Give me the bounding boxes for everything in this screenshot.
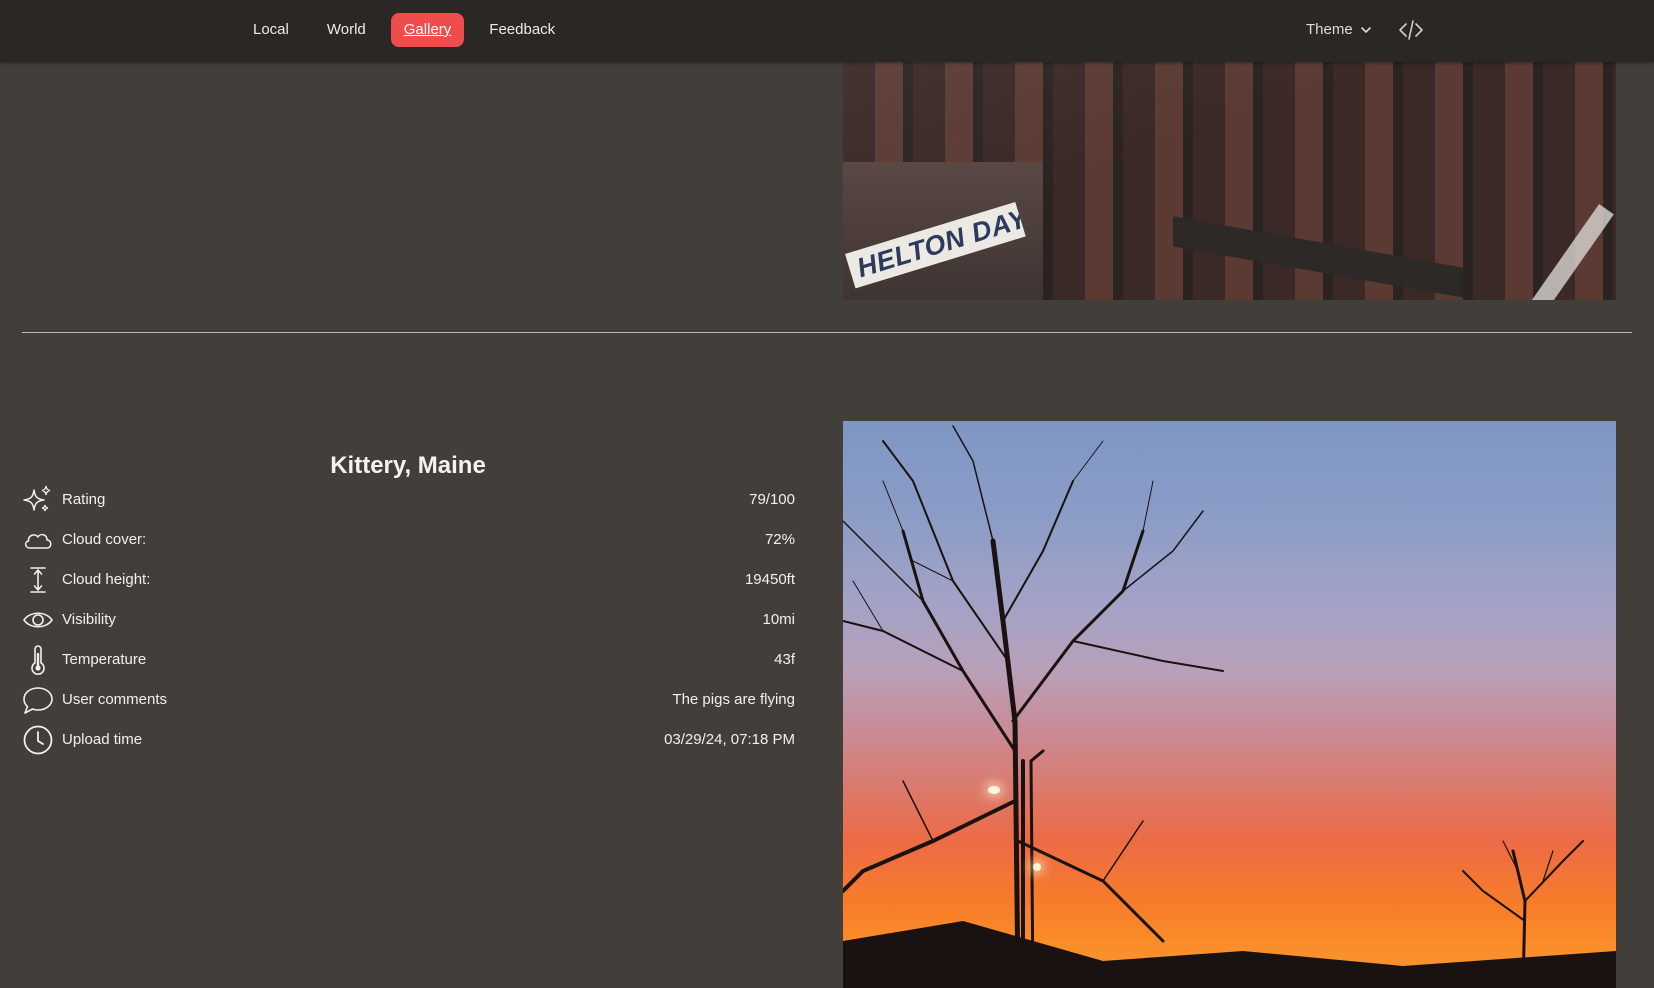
cloud-icon — [24, 533, 52, 549]
entry-divider — [22, 332, 1632, 333]
stat-row-temperature: Temperature 43f — [22, 641, 795, 681]
theme-label: Theme — [1306, 21, 1353, 38]
chevron-down-icon — [1360, 27, 1371, 34]
eye-icon — [23, 612, 53, 628]
stat-label-upload-time: Upload time — [62, 731, 143, 748]
stat-row-cloud-cover: Cloud cover: 72% — [22, 521, 795, 561]
stat-value-upload-time: 03/29/24, 07:18 PM — [664, 731, 795, 748]
height-arrow-icon — [30, 567, 46, 593]
stat-value-cloud-height: 19450ft — [744, 571, 795, 588]
stat-row-upload-time: Upload time 03/29/24, 07:18 PM — [22, 721, 795, 761]
gallery-photo-sunset — [843, 421, 1616, 988]
theme-dropdown[interactable]: Theme — [1306, 13, 1373, 47]
gallery-photo-previous: HELTON DAY — [843, 62, 1616, 300]
photo-canopy — [1173, 216, 1463, 298]
thermometer-icon — [31, 645, 45, 675]
nav-links: Local World Gallery Feedback — [240, 13, 568, 47]
code-icon[interactable] — [1398, 17, 1424, 43]
nav-link-local[interactable]: Local — [240, 13, 302, 47]
stat-value-temperature: 43f — [774, 651, 795, 668]
stat-value-cloud-cover: 72% — [764, 531, 795, 548]
stat-row-cloud-height: Cloud height: 19450ft — [22, 561, 795, 601]
top-navbar: Local World Gallery Feedback Theme — [0, 0, 1654, 62]
sparkles-icon — [23, 485, 51, 512]
stat-value-rating: 79/100 — [749, 491, 795, 508]
stat-label-rating: Rating — [62, 491, 106, 508]
stat-label-temperature: Temperature — [62, 651, 147, 668]
street-lamp-light — [988, 786, 1000, 794]
stat-value-user-comments: The pigs are flying — [672, 691, 795, 708]
stat-label-user-comments: User comments — [62, 691, 168, 708]
stat-label-visibility: Visibility — [62, 611, 116, 628]
stat-label-cloud-cover: Cloud cover: — [62, 531, 147, 548]
nav-link-feedback[interactable]: Feedback — [476, 13, 568, 47]
stat-row-visibility: Visibility 10mi — [22, 601, 795, 641]
clock-icon — [23, 725, 53, 755]
stat-value-visibility: 10mi — [762, 611, 795, 628]
entry-title: Kittery, Maine — [330, 452, 486, 479]
tree-silhouettes — [843, 425, 1616, 988]
stat-row-user-comments: User comments The pigs are flying — [22, 681, 795, 721]
nav-link-gallery[interactable]: Gallery — [390, 13, 465, 47]
stat-row-rating: Rating 79/100 — [22, 481, 795, 521]
chat-bubble-icon — [23, 687, 53, 714]
stat-label-cloud-height: Cloud height: — [62, 571, 151, 588]
photo-rail — [1490, 204, 1614, 300]
street-lamp-light-small — [1033, 863, 1041, 871]
nav-link-world[interactable]: World — [314, 13, 379, 47]
